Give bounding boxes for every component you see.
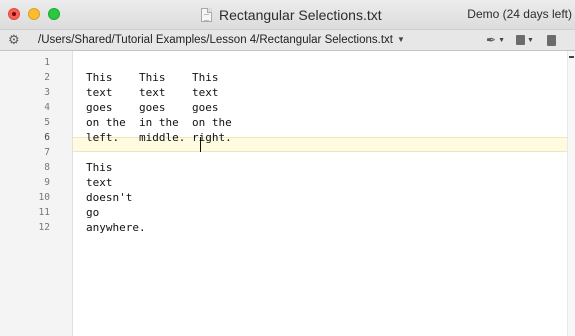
document-icon[interactable] [201,8,212,22]
gear-icon[interactable]: ⚙ [8,32,20,48]
line-number: 5 [44,117,50,128]
window-title: Rectangular Selections.txt [219,7,382,23]
vertical-scrollbar[interactable] [567,51,575,336]
line-number: 8 [44,162,50,173]
editor-window: Rectangular Selections.txt Demo (24 days… [0,0,575,336]
code-line[interactable]: goes goes goes [86,100,232,115]
file-path-text: /Users/Shared/Tutorial Examples/Lesson 4… [38,34,393,46]
line-number: 12 [38,222,50,233]
title-group: Rectangular Selections.txt [201,6,382,24]
text-caret [200,137,201,152]
line-number: 1 [44,57,50,68]
line-number: 6 [44,132,50,143]
code-line[interactable]: This This This [86,70,232,85]
code-line[interactable]: text [86,175,232,190]
chevron-down-icon: ▼ [527,36,534,44]
demo-status: Demo (24 days left) [467,7,572,21]
copy-icon [516,35,525,45]
line-number: 2 [44,72,50,83]
line-number: 4 [44,102,50,113]
close-button[interactable] [8,8,20,20]
line-numbers: 1 2 3 4 5 6 7 8 9 10 11 12 [0,55,50,235]
code-line[interactable]: anywhere. [86,220,232,235]
line-number-gutter: 1 2 3 4 5 6 7 8 9 10 11 12 [0,51,73,336]
zoom-button[interactable] [48,8,60,20]
scroll-indicator [569,56,574,58]
code-line[interactable] [86,55,232,70]
code-line[interactable]: on the in the on the [86,115,232,130]
code-line[interactable]: left. middle. right. [86,130,232,145]
pen-icon: ✒ [486,33,497,47]
text-editor[interactable]: 1 2 3 4 5 6 7 8 9 10 11 12 This This This text text … [0,51,575,336]
line-number: 10 [38,192,50,203]
code-line[interactable]: This [86,160,232,175]
code-line[interactable]: doesn't [86,190,232,205]
line-number: 9 [44,177,50,188]
line-number: 7 [44,147,50,158]
document-menu-button[interactable]: ▼ [516,32,534,48]
file-path-popup[interactable]: /Users/Shared/Tutorial Examples/Lesson 4… [38,33,405,47]
line-number: 3 [44,87,50,98]
pen-menu-button[interactable]: ✒ ▼ [486,32,505,48]
code-line[interactable]: go [86,205,232,220]
line-number: 11 [38,207,50,218]
code-line[interactable] [86,145,232,160]
path-bar: ⚙ /Users/Shared/Tutorial Examples/Lesson… [0,29,575,51]
code-line[interactable]: text text text [86,85,232,100]
chevron-down-icon: ▼ [498,36,505,44]
minimize-button[interactable] [28,8,40,20]
chevron-down-icon: ▼ [396,35,405,44]
code-area[interactable]: This This This text text text goes goes go… [86,55,232,235]
page-icon [547,34,556,46]
page-button[interactable] [547,32,556,48]
title-bar: Rectangular Selections.txt Demo (24 days… [0,0,575,29]
